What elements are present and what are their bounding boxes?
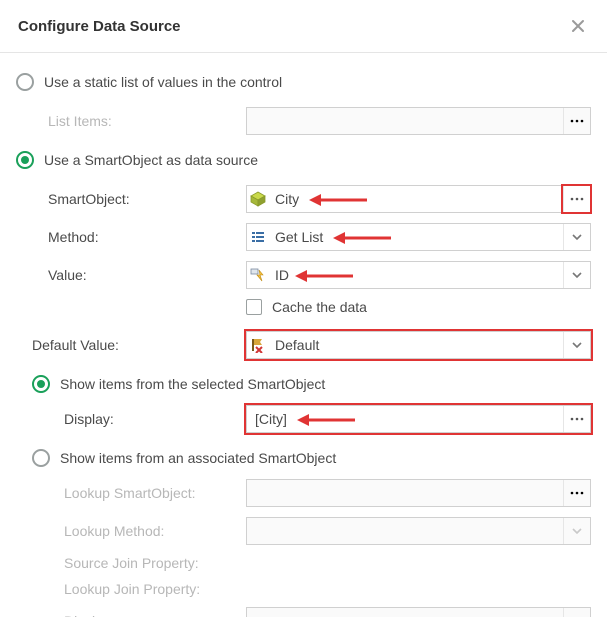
ellipsis-icon [570, 197, 584, 201]
field-smartobject[interactable]: City [246, 185, 591, 213]
label-smartobject: SmartObject: [48, 191, 246, 207]
label-default-value: Default Value: [32, 337, 246, 353]
option-show-associated[interactable]: Show items from an associated SmartObjec… [32, 449, 591, 467]
close-icon [570, 18, 586, 34]
option-label: Use a static list of values in the contr… [44, 74, 282, 90]
field-list-items [246, 107, 591, 135]
radio-icon [16, 73, 34, 91]
ellipsis-button [563, 480, 590, 506]
row-lookup-smartobject: Lookup SmartObject: [16, 479, 591, 507]
ellipsis-icon [570, 491, 584, 495]
option-label: Use a SmartObject as data source [44, 152, 258, 168]
label-method: Method: [48, 229, 246, 245]
label-source-join: Source Join Property: [64, 555, 246, 571]
option-label: Show items from an associated SmartObjec… [60, 450, 336, 466]
row-lookup-join: Lookup Join Property: [16, 581, 591, 597]
checkbox-label: Cache the data [272, 299, 367, 315]
row-default-value: Default Value: Default [16, 331, 591, 359]
ellipsis-button[interactable] [563, 406, 590, 432]
dropdown-button[interactable] [563, 262, 590, 288]
field-value: City [269, 191, 563, 207]
field-display-assoc [246, 607, 591, 617]
row-cache[interactable]: Cache the data [246, 299, 591, 315]
row-source-join: Source Join Property: [16, 555, 591, 571]
field-value: ID [269, 267, 563, 283]
dialog-header: Configure Data Source [0, 0, 607, 53]
list-icon [247, 229, 269, 245]
field-display[interactable]: [City] [246, 405, 591, 433]
option-static-list[interactable]: Use a static list of values in the contr… [16, 73, 591, 91]
field-lookup-method [246, 517, 591, 545]
chevron-down-icon [571, 269, 583, 281]
chevron-down-icon [571, 231, 583, 243]
field-default-value[interactable]: Default [246, 331, 591, 359]
label-lookup-so: Lookup SmartObject: [64, 485, 246, 501]
label-lookup-method: Lookup Method: [64, 523, 246, 539]
row-display: Display: [City] [16, 405, 591, 433]
close-button[interactable] [567, 15, 589, 37]
ellipsis-icon [570, 417, 584, 421]
dialog-body: Use a static list of values in the contr… [0, 53, 607, 617]
dropdown-button[interactable] [563, 332, 590, 358]
label-list-items: List Items: [48, 113, 246, 129]
ellipsis-button [563, 608, 590, 617]
ellipsis-button[interactable] [563, 186, 590, 212]
field-value: Default [269, 337, 563, 353]
chevron-down-icon [571, 525, 583, 537]
ellipsis-icon [570, 119, 584, 123]
row-list-items: List Items: [16, 107, 591, 135]
dropdown-button[interactable] [563, 224, 590, 250]
option-smartobject[interactable]: Use a SmartObject as data source [16, 151, 591, 169]
dialog-title: Configure Data Source [18, 18, 181, 35]
label-display: Display: [64, 411, 246, 427]
row-lookup-method: Lookup Method: [16, 517, 591, 545]
ellipsis-button [563, 108, 590, 134]
row-smartobject: SmartObject: City [16, 185, 591, 213]
field-value-select[interactable]: ID [246, 261, 591, 289]
row-value: Value: ID [16, 261, 591, 289]
radio-icon [32, 375, 50, 393]
option-show-selected[interactable]: Show items from the selected SmartObject [32, 375, 591, 393]
dropdown-button [563, 518, 590, 544]
cube-icon [247, 191, 269, 207]
field-value: [City] [247, 411, 563, 427]
row-display-assoc: Display: [16, 607, 591, 617]
radio-icon [32, 449, 50, 467]
field-method[interactable]: Get List [246, 223, 591, 251]
field-value: Get List [269, 229, 563, 245]
option-label: Show items from the selected SmartObject [60, 376, 325, 392]
bolt-icon [247, 267, 269, 283]
label-lookup-join: Lookup Join Property: [64, 581, 246, 597]
label-display-assoc: Display: [64, 613, 246, 617]
label-value: Value: [48, 267, 246, 283]
radio-icon [16, 151, 34, 169]
flag-invalid-icon [247, 337, 269, 353]
row-method: Method: Get List [16, 223, 591, 251]
checkbox-icon [246, 299, 262, 315]
field-lookup-so [246, 479, 591, 507]
chevron-down-icon [571, 339, 583, 351]
